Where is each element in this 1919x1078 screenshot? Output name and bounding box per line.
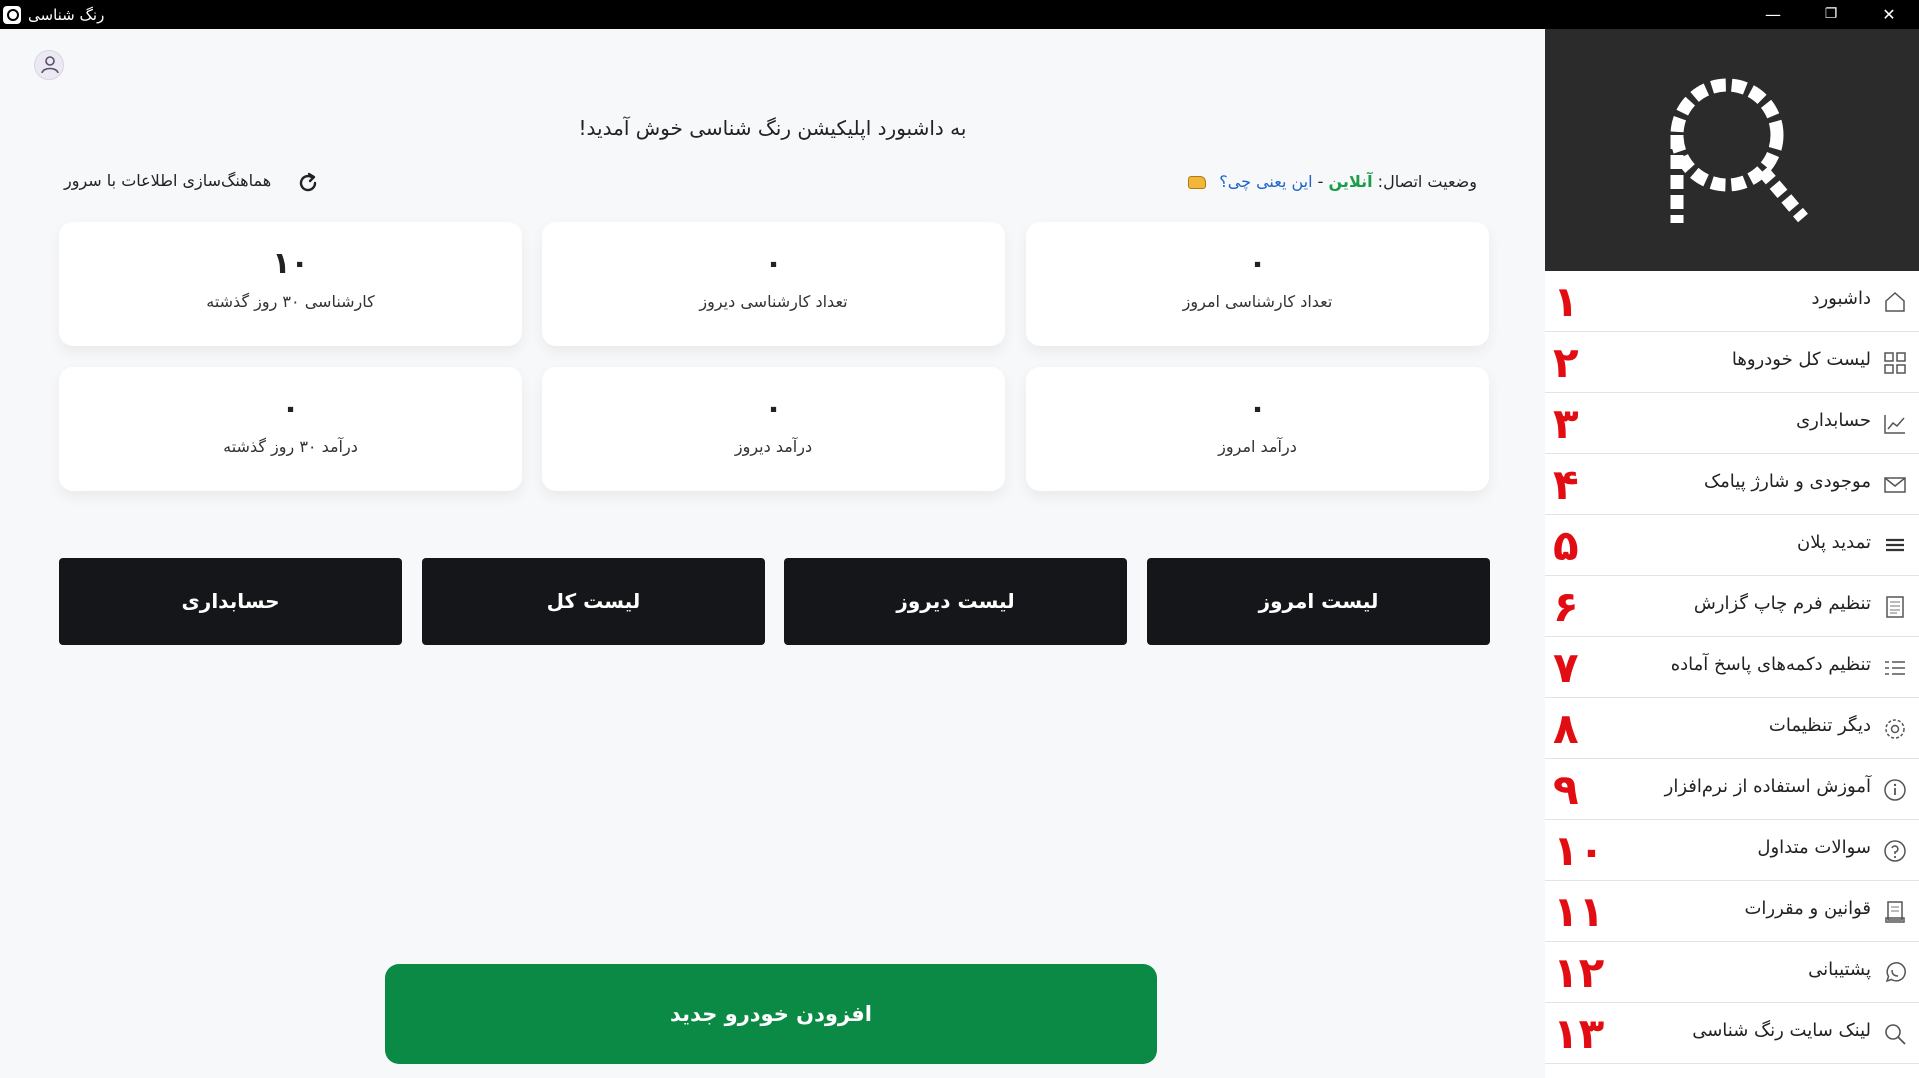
- sidebar-item-label: حسابداری: [1796, 410, 1871, 431]
- item-number: ۴: [1553, 460, 1579, 509]
- title-bar: رنگ شناسی — ❐ ✕: [0, 0, 1919, 29]
- sidebar-item-renew-plan[interactable]: ۵ تمدید پلان: [1545, 515, 1919, 576]
- add-car-button[interactable]: افزودن خودرو جدید: [385, 964, 1157, 1064]
- sync-label[interactable]: هماهنگ‌سازی اطلاعات با سرور: [64, 171, 271, 190]
- home-icon: [1885, 291, 1905, 312]
- card-value: ۰: [1248, 246, 1267, 281]
- sidebar-item-faq[interactable]: ۱۰ سوالات متداول: [1545, 820, 1919, 881]
- close-button[interactable]: ✕: [1860, 0, 1918, 29]
- document-icon: [1886, 596, 1904, 618]
- item-number: ۱۲: [1553, 948, 1605, 997]
- logo-magnifier-icon: [1670, 78, 1808, 223]
- sidebar-item-rules[interactable]: ۱۱ قوانین و مقررات: [1545, 881, 1919, 942]
- app-icon: [3, 6, 21, 24]
- card-value: ۰: [764, 246, 783, 281]
- rules-icon: [1885, 901, 1905, 923]
- item-number: ۱۰: [1553, 826, 1605, 875]
- card-today-inspections: ۰ تعداد کارشناسی امروز: [1026, 222, 1489, 346]
- full-list-button[interactable]: لیست کل: [422, 558, 765, 645]
- yesterday-list-button[interactable]: لیست دیروز: [784, 558, 1127, 645]
- window-title: رنگ شناسی: [28, 6, 105, 24]
- user-avatar[interactable]: [34, 50, 64, 80]
- item-number: ۱۱: [1553, 887, 1605, 936]
- restore-button[interactable]: ❐: [1802, 0, 1860, 29]
- sidebar-item-all-cars[interactable]: ۲ لیست کل خودروها: [1545, 332, 1919, 393]
- card-value: ۰: [281, 391, 300, 426]
- item-number: ۲: [1553, 338, 1579, 387]
- list-icon: [1886, 538, 1904, 552]
- card-value: ۱۰: [272, 246, 309, 281]
- sidebar-item-label: لینک سایت رنگ شناسی: [1692, 1020, 1871, 1041]
- sidebar-item-website-link[interactable]: ۱۳ لینک سایت رنگ شناسی: [1545, 1003, 1919, 1064]
- sidebar-item-dashboard[interactable]: ۱ داشبورد: [1545, 271, 1919, 332]
- item-number: ۶: [1553, 582, 1579, 631]
- card-value: ۰: [764, 391, 783, 426]
- sidebar-item-label: داشبورد: [1811, 288, 1871, 309]
- card-label: تعداد کارشناسی امروز: [1182, 292, 1333, 311]
- sidebar-item-label: لیست کل خودروها: [1731, 349, 1871, 370]
- card-label: تعداد کارشناسی دیروز: [699, 292, 848, 311]
- sidebar-item-quick-replies[interactable]: ۷ تنظیم دکمه‌های پاسخ آماده: [1545, 637, 1919, 698]
- sidebar-item-print-form[interactable]: ۶ تنظیم فرم چاپ گزارش: [1545, 576, 1919, 637]
- welcome-heading: به داشبورد اپلیکیشن رنگ شناسی خوش آمدید!: [578, 116, 967, 140]
- sidebar-item-label: قوانین و مقررات: [1744, 898, 1871, 919]
- sidebar-item-label: تنظیم فرم چاپ گزارش: [1693, 593, 1871, 614]
- status-separator: -: [1312, 172, 1324, 191]
- status-help-link[interactable]: این یعنی چی؟: [1219, 172, 1312, 191]
- whatsapp-icon: [1885, 962, 1906, 983]
- sidebar-item-label: تمدید پلان: [1796, 532, 1871, 553]
- card-value: ۰: [1248, 391, 1267, 426]
- card-today-income: ۰ درآمد امروز: [1026, 367, 1489, 491]
- status-prefix: وضعیت اتصال:: [1377, 172, 1477, 191]
- sidebar-item-accounting[interactable]: ۳ حسابداری: [1545, 393, 1919, 454]
- info-icon: [1884, 779, 1906, 801]
- chart-icon: [1884, 415, 1905, 434]
- sidebar-item-label: موجودی و شارژ پیامک: [1704, 471, 1871, 492]
- minimize-button[interactable]: —: [1744, 0, 1802, 29]
- item-number: ۱۳: [1553, 1009, 1605, 1058]
- card-label: کارشناسی ۳۰ روز گذشته: [206, 292, 375, 311]
- sidebar-item-label: دیگر تنظیمات: [1768, 715, 1871, 736]
- card-yesterday-inspections: ۰ تعداد کارشناسی دیروز: [542, 222, 1005, 346]
- sidebar-item-label: سوالات متداول: [1757, 837, 1871, 858]
- gear-icon: [1885, 719, 1905, 739]
- sidebar-item-label: آموزش استفاده از نرم‌افزار: [1664, 776, 1871, 797]
- sidebar-item-sms-credit[interactable]: ۴ موجودی و شارژ پیامک: [1545, 454, 1919, 515]
- user-icon: [41, 56, 59, 74]
- today-list-button[interactable]: لیست امروز: [1147, 558, 1490, 645]
- grid-icon: [1884, 352, 1906, 374]
- refresh-icon[interactable]: [296, 171, 320, 195]
- sidebar: ۱ داشبورد ۲ لیست کل خودروها ۳ حسابداری ۴…: [1545, 29, 1919, 1078]
- pointing-hand-icon: [1188, 176, 1207, 189]
- item-number: ۱: [1553, 277, 1579, 326]
- connection-status: وضعیت اتصال: آنلاین - این یعنی چی؟: [1188, 172, 1477, 191]
- app-logo: [1545, 29, 1919, 271]
- sidebar-item-support[interactable]: ۱۲ پشتیبانی: [1545, 942, 1919, 1003]
- question-icon: [1884, 840, 1906, 862]
- card-30day-inspections: ۱۰ کارشناسی ۳۰ روز گذشته: [59, 222, 522, 346]
- card-label: درآمد دیروز: [734, 437, 813, 456]
- card-30day-income: ۰ درآمد ۳۰ روز گذشته: [59, 367, 522, 491]
- item-number: ۹: [1553, 765, 1579, 814]
- accounting-button[interactable]: حسابداری: [59, 558, 402, 645]
- item-number: ۷: [1553, 643, 1579, 692]
- item-number: ۸: [1553, 704, 1579, 753]
- main-content: به داشبورد اپلیکیشن رنگ شناسی خوش آمدید!…: [0, 29, 1540, 1078]
- checklist-icon: [1885, 661, 1905, 675]
- card-label: درآمد امروز: [1218, 437, 1297, 456]
- item-number: ۵: [1553, 521, 1579, 570]
- card-label: درآمد ۳۰ روز گذشته: [223, 437, 358, 456]
- search-icon: [1885, 1024, 1906, 1045]
- item-number: ۳: [1553, 399, 1579, 448]
- sidebar-item-label: تنظیم دکمه‌های پاسخ آماده: [1670, 654, 1871, 675]
- sidebar-item-label: پشتیبانی: [1808, 959, 1871, 980]
- sidebar-item-other-settings[interactable]: ۸ دیگر تنظیمات: [1545, 698, 1919, 759]
- sidebar-item-tutorial[interactable]: ۹ آموزش استفاده از نرم‌افزار: [1545, 759, 1919, 820]
- mail-icon: [1884, 477, 1906, 493]
- card-yesterday-income: ۰ درآمد دیروز: [542, 367, 1005, 491]
- status-online: آنلاین: [1328, 172, 1373, 191]
